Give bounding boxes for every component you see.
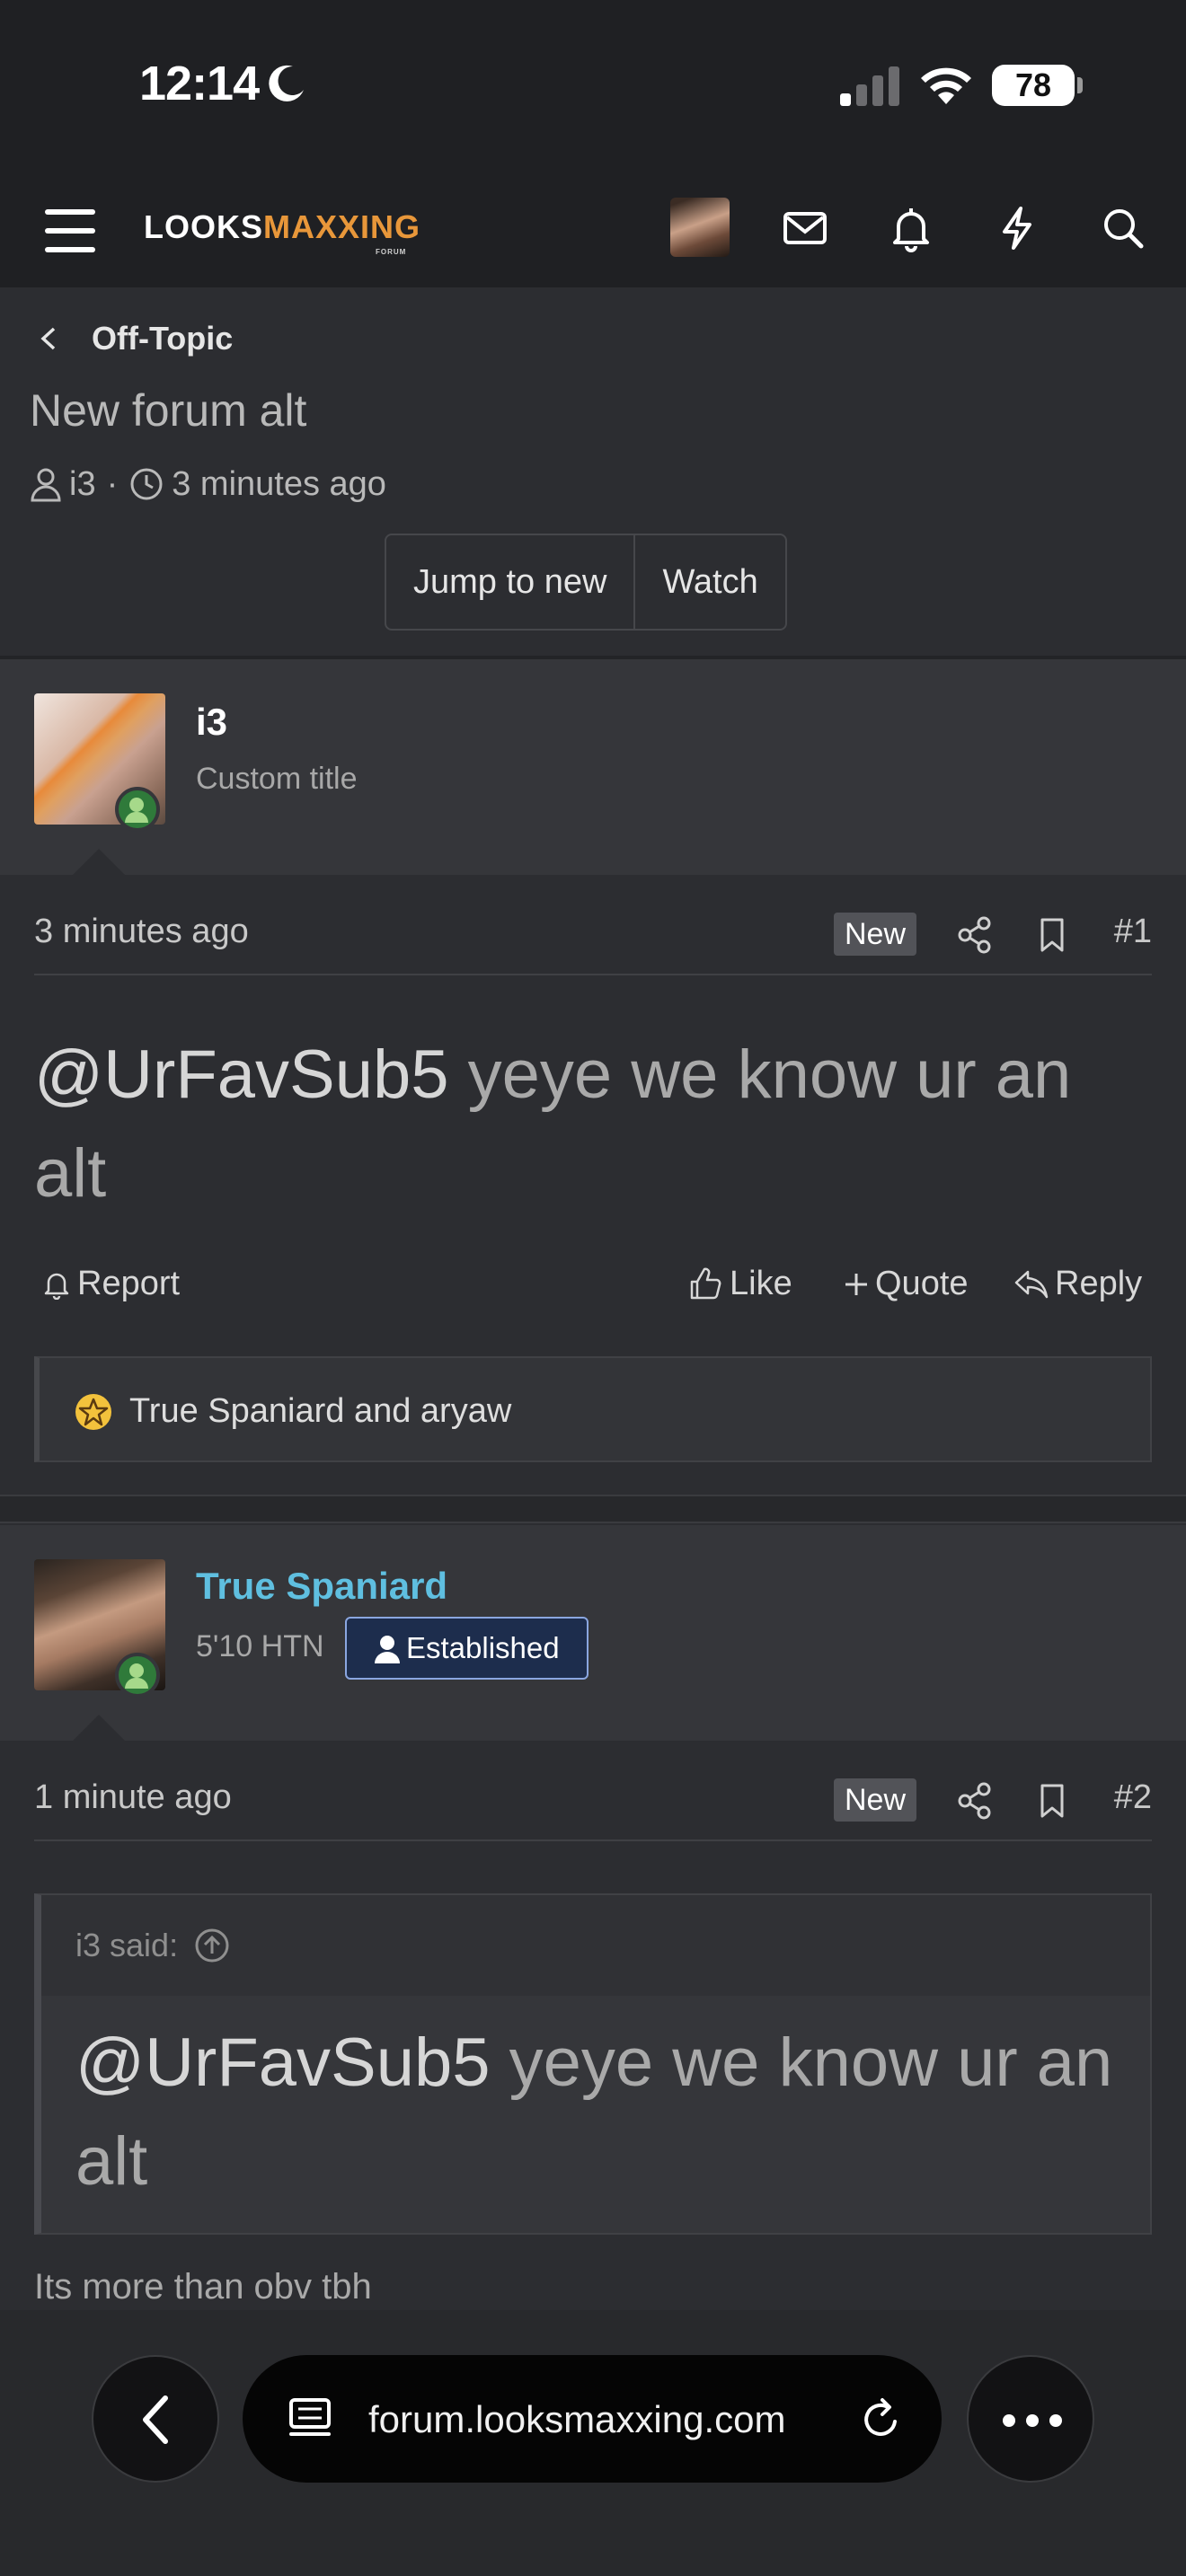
- thread-meta: i3 · 3 minutes ago: [30, 462, 386, 507]
- post-number[interactable]: #2: [1114, 1778, 1152, 1817]
- wifi-icon: [921, 67, 971, 104]
- site-logo[interactable]: LOOKSMAXXING FORUM: [144, 208, 421, 256]
- thread-actions: Jump to new Watch: [385, 534, 787, 631]
- battery-cap: [1077, 77, 1083, 93]
- post-text: Its more than obv tbh: [34, 2267, 372, 2307]
- star-icon: [75, 1394, 111, 1430]
- thread-time[interactable]: 3 minutes ago: [172, 465, 386, 504]
- quote-block: i3 said: @UrFavSub5 yeye we know ur an a…: [34, 1893, 1152, 2235]
- logo-text-main: LOOKS: [144, 208, 264, 245]
- logo-text-accent: MAXXING: [263, 208, 421, 245]
- person-icon: [375, 1636, 400, 1663]
- reply-label: Reply: [1055, 1265, 1143, 1302]
- page-menu-icon[interactable]: [286, 2395, 334, 2443]
- browser-toolbar: forum.looksmaxxing.com: [0, 2310, 1186, 2576]
- online-status-icon: [115, 1653, 160, 1698]
- clock-icon: [130, 468, 163, 500]
- more-icon: [1003, 2414, 1062, 2427]
- user-icon: [31, 468, 61, 502]
- post-actions: Report Like Quote Reply: [34, 1256, 1152, 1319]
- username[interactable]: True Spaniard: [196, 1565, 447, 1608]
- reactions-text: True Spaniard and aryaw: [129, 1392, 512, 1430]
- back-button[interactable]: [92, 2355, 219, 2483]
- reply-icon: [1014, 1270, 1049, 1298]
- report-button[interactable]: Report: [41, 1265, 180, 1303]
- search-icon[interactable]: [1098, 203, 1148, 253]
- user-title: Custom title: [196, 762, 358, 796]
- post-meta: 1 minute ago New #2: [34, 1760, 1152, 1841]
- meta-separator: ·: [106, 464, 119, 503]
- new-badge: New: [834, 1778, 917, 1822]
- badge-label: Established: [406, 1631, 560, 1664]
- reload-icon[interactable]: [855, 2395, 906, 2445]
- post-time[interactable]: 3 minutes ago: [34, 913, 249, 951]
- forum-header: LOOKSMAXXING FORUM: [0, 180, 1186, 287]
- post-time[interactable]: 1 minute ago: [34, 1778, 232, 1817]
- established-badge: Established: [345, 1617, 589, 1680]
- address-bar[interactable]: forum.looksmaxxing.com: [243, 2355, 942, 2483]
- new-badge: New: [834, 913, 917, 956]
- breadcrumb[interactable]: Off-Topic: [36, 316, 233, 361]
- post-user-bar: i3 Custom title: [0, 659, 1186, 876]
- account-avatar[interactable]: [670, 198, 730, 257]
- bookmark-icon[interactable]: [1031, 1780, 1073, 1822]
- reply-button[interactable]: Reply: [1013, 1265, 1142, 1303]
- divider: [0, 1495, 1186, 1523]
- post-number[interactable]: #1: [1114, 913, 1152, 951]
- hamburger-menu-icon[interactable]: [43, 204, 99, 258]
- logo-subtext: FORUM: [376, 248, 407, 256]
- post-body: @UrFavSub5 yeye we know ur an alt: [34, 1026, 1152, 1223]
- bookmark-icon[interactable]: [1031, 914, 1073, 956]
- breadcrumb-label: Off-Topic: [92, 320, 234, 357]
- chevron-left-icon: [40, 327, 56, 350]
- quote-attribution: i3 said:: [75, 1927, 179, 1963]
- reactions-bar[interactable]: True Spaniard and aryaw: [34, 1356, 1152, 1462]
- lightning-icon[interactable]: [992, 203, 1042, 253]
- battery-indicator: 78: [992, 65, 1075, 106]
- user-mention[interactable]: @UrFavSub5: [75, 2025, 491, 2101]
- online-status-icon: [115, 787, 160, 832]
- chevron-left-icon: [143, 2395, 168, 2444]
- signal-icon: [840, 66, 899, 106]
- thread-title: New forum alt: [30, 385, 307, 436]
- report-label: Report: [77, 1265, 181, 1302]
- user-title: 5'10 HTN: [196, 1629, 324, 1663]
- quote-body: @UrFavSub5 yeye we know ur an alt: [41, 1996, 1150, 2233]
- status-bar: 12:14 78: [0, 0, 1186, 180]
- thread-author[interactable]: i3: [69, 465, 96, 504]
- user-mention[interactable]: @UrFavSub5: [34, 1037, 449, 1113]
- post-meta: 3 minutes ago New #1: [34, 895, 1152, 975]
- like-button[interactable]: Like: [686, 1265, 792, 1303]
- bell-icon: [44, 1273, 69, 1300]
- url-text: forum.looksmaxxing.com: [368, 2398, 786, 2440]
- thumbs-up-icon: [690, 1267, 721, 1299]
- like-label: Like: [730, 1265, 792, 1302]
- post-user-bar: True Spaniard 5'10 HTN Established: [0, 1525, 1186, 1742]
- quote-header[interactable]: i3 said:: [41, 1895, 1150, 1996]
- quote-label: Quote: [875, 1265, 969, 1302]
- watch-button[interactable]: Watch: [633, 535, 784, 629]
- arrow-up-circle-icon[interactable]: [194, 1928, 230, 1963]
- notch: [72, 849, 126, 876]
- clock: 12:14: [139, 57, 260, 110]
- jump-to-new-button[interactable]: Jump to new: [386, 535, 633, 629]
- notch: [72, 1715, 126, 1742]
- username[interactable]: i3: [196, 701, 227, 744]
- bell-icon[interactable]: [886, 203, 936, 253]
- share-icon[interactable]: [954, 1780, 996, 1822]
- quote-button[interactable]: Quote: [843, 1265, 969, 1303]
- moon-icon: [269, 65, 304, 101]
- inbox-icon[interactable]: [780, 203, 830, 253]
- more-options-button[interactable]: [967, 2355, 1094, 2483]
- plus-icon: [845, 1273, 867, 1295]
- share-icon[interactable]: [954, 914, 996, 956]
